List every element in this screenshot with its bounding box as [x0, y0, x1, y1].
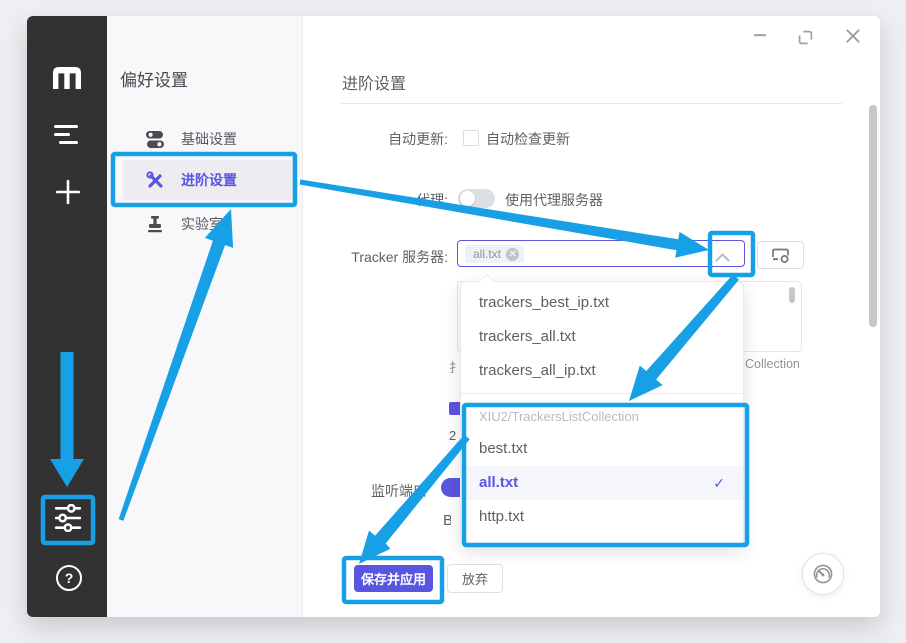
wrench-tools-icon — [145, 171, 164, 189]
refresh-tracker-list-button[interactable] — [757, 241, 804, 269]
auto-update-option-label: 自动检查更新 — [486, 129, 570, 149]
tag-close-icon[interactable]: ✕ — [506, 248, 519, 261]
obscured-letter-fragment: B — [443, 512, 451, 529]
dropdown-item[interactable]: trackers_best_ip.txt — [461, 286, 743, 320]
refresh-list-icon — [772, 248, 790, 263]
dropdown-divider — [461, 393, 743, 394]
speed-limit-fab[interactable] — [802, 553, 844, 595]
proxy-label: 代理: — [280, 190, 448, 210]
lab-stamp-icon — [145, 215, 164, 233]
tracker-select-input[interactable]: all.txt ✕ — [457, 240, 745, 267]
nav-item-lab[interactable]: 实验室 — [123, 205, 295, 243]
dropdown-item[interactable]: best.txt — [461, 432, 743, 466]
nav-item-label: 进阶设置 — [181, 170, 237, 190]
proxy-option-label: 使用代理服务器 — [505, 190, 603, 210]
title-divider — [341, 103, 842, 104]
dropdown-item-selected[interactable]: all.txt ✓ — [461, 466, 743, 500]
auto-update-checkbox[interactable] — [463, 130, 479, 146]
save-and-apply-button[interactable]: 保存并应用 — [354, 565, 433, 592]
preferences-nav-panel — [107, 16, 303, 617]
dropdown-item[interactable]: trackers_all_ip.txt — [461, 354, 743, 388]
task-list-icon[interactable] — [53, 123, 80, 147]
screenshot-root: ? 偏好设置 基础设置 进阶设置 实验室 进阶设置 自动更新: 自动检查更新 代 — [0, 0, 906, 643]
dropdown-group-label: XIU2/TrackersListCollection — [461, 402, 743, 432]
discard-button[interactable]: 放弃 — [447, 564, 503, 593]
nav-item-label: 实验室 — [181, 214, 223, 234]
help-text-fragment: Collection — [745, 357, 800, 371]
help-question-glyph: ? — [65, 570, 74, 586]
motrix-logo-icon — [49, 62, 85, 92]
select-collapse-chevron-icon[interactable] — [715, 249, 730, 267]
toggle-knob — [460, 191, 475, 206]
dropdown-item[interactable]: trackers_all.txt — [461, 320, 743, 354]
tracker-server-label: Tracker 服务器: — [280, 247, 448, 267]
help-button[interactable]: ? — [56, 565, 82, 591]
add-task-icon[interactable] — [54, 178, 81, 205]
obscured-number-fragment: 2 — [449, 428, 458, 443]
window-scrollbar-thumb[interactable] — [869, 105, 877, 327]
auto-update-label: 自动更新: — [280, 129, 448, 149]
minimize-button[interactable] — [750, 28, 770, 42]
toggles-icon — [145, 130, 164, 148]
preferences-title: 偏好设置 — [120, 66, 188, 91]
textarea-scrollbar-thumb[interactable] — [789, 287, 795, 303]
check-icon: ✓ — [713, 466, 725, 500]
tracker-dropdown-panel: trackers_best_ip.txt trackers_all.txt tr… — [460, 281, 744, 546]
dropdown-item[interactable]: http.txt — [461, 500, 743, 534]
tag-label: all.txt — [473, 247, 501, 261]
dropdown-item-label: all.txt — [479, 466, 518, 500]
page-title: 进阶设置 — [342, 70, 406, 94]
nav-item-advanced-settings[interactable]: 进阶设置 — [123, 160, 295, 200]
nav-item-basic-settings[interactable]: 基础设置 — [123, 120, 295, 158]
nav-item-label: 基础设置 — [181, 129, 237, 149]
preferences-sliders-icon[interactable] — [52, 502, 83, 533]
proxy-toggle[interactable] — [458, 189, 495, 208]
selected-tracker-tag: all.txt ✕ — [465, 245, 524, 263]
speedometer-icon — [812, 563, 834, 585]
close-button[interactable] — [844, 27, 862, 45]
maximize-button[interactable] — [796, 28, 814, 46]
obscured-text-fragment: 〈 — [449, 371, 456, 390]
listen-port-label: 监听端口 — [371, 481, 427, 501]
